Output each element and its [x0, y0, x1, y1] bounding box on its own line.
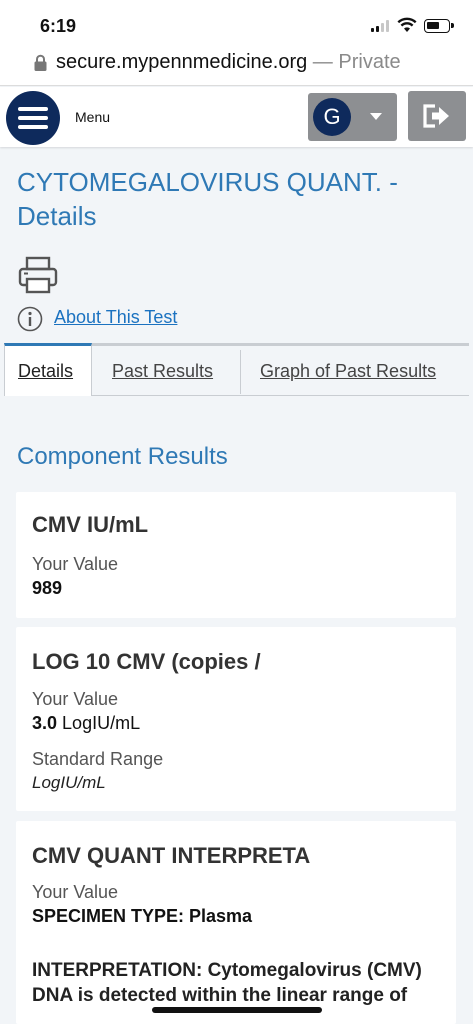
status-time: 6:19	[40, 16, 77, 36]
lock-icon	[34, 54, 47, 71]
component-name: LOG 10 CMV (copies /	[32, 649, 261, 674]
logout-icon	[423, 104, 449, 128]
tab-graph-of-past-results[interactable]: Graph of Past Results	[260, 346, 465, 396]
your-value-label: Your Value	[32, 554, 119, 574]
user-avatar: G	[313, 98, 351, 136]
browser-url-bar[interactable]: secure.mypennmedicine.org — Private	[0, 46, 473, 86]
component-name: CMV IU/mL	[32, 512, 149, 537]
component-name: CMV QUANT INTERPRETA	[32, 843, 311, 868]
private-mode-label: Private	[338, 51, 401, 73]
status-bar: 6:19	[0, 0, 473, 46]
component-result-card: CMV QUANT INTERPRETA Your Value SPECIMEN…	[16, 821, 456, 1024]
result-value: SPECIMEN TYPE: Plasma	[32, 906, 253, 926]
result-unit: LogIU/mL	[62, 713, 141, 733]
logout-button[interactable]	[408, 91, 466, 141]
component-result-card: CMV IU/mL Your Value 989	[16, 492, 456, 618]
url-text[interactable]: secure.mypennmedicine.org — Private	[56, 51, 401, 74]
result-value-row: 3.0 LogIU/mL	[32, 713, 140, 734]
printer-icon[interactable]	[18, 256, 60, 294]
standard-range-value: LogIU/mL	[32, 773, 106, 792]
component-result-card: LOG 10 CMV (copies / Your Value 3.0 LogI…	[16, 627, 456, 811]
tab-divider	[240, 350, 241, 394]
wifi-icon	[397, 17, 417, 32]
your-value-label: Your Value	[32, 882, 119, 902]
about-this-test-link[interactable]: About This Test	[54, 307, 177, 328]
url-domain: secure.mypennmedicine.org	[56, 51, 308, 73]
result-value: 989	[32, 578, 63, 598]
home-indicator[interactable]	[152, 1007, 322, 1013]
your-value-label: Your Value	[32, 689, 119, 709]
result-value: 3.0	[32, 713, 58, 733]
tab-bar: Details Past Results Graph of Past Resul…	[4, 343, 469, 396]
standard-range-label: Standard Range	[32, 749, 164, 769]
tab-details[interactable]: Details	[4, 343, 92, 396]
menu-label[interactable]: Menu	[75, 109, 110, 125]
hamburger-menu-button[interactable]	[6, 91, 60, 145]
battery-icon	[424, 19, 454, 33]
app-header: Menu G	[0, 87, 473, 147]
chevron-down-icon	[370, 113, 382, 120]
tab-past-results[interactable]: Past Results	[112, 346, 240, 396]
account-menu-button[interactable]: G	[308, 93, 397, 141]
page-title: CYTOMEGALOVIRUS QUANT. - Details	[17, 167, 398, 231]
interpretation-text: INTERPRETATION: Cytomegalovirus (CMV) DN…	[32, 960, 422, 1006]
cellular-signal-icon	[371, 20, 391, 32]
url-separator: —	[307, 51, 339, 73]
component-results-heading: Component Results	[17, 443, 228, 470]
info-icon	[17, 306, 43, 332]
